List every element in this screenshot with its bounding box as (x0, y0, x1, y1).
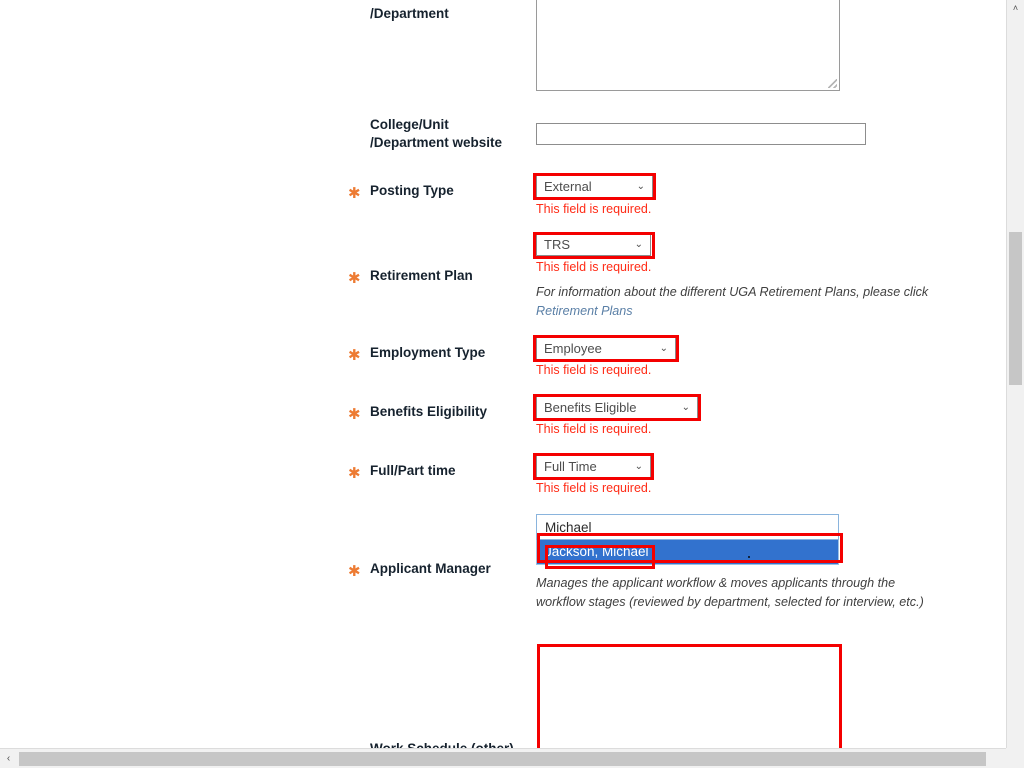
field-label-posting-type: Posting Type (370, 183, 454, 198)
form-row-benefits-eligibility: ✱ Benefits Eligibility Benefits Eligible… (0, 396, 1006, 441)
field-label-retirement-plan: Retirement Plan (370, 268, 473, 283)
horizontal-scrollbar-thumb[interactable] (19, 752, 986, 766)
field-label-applicant-manager: Applicant Manager (370, 561, 491, 576)
scroll-up-arrow-icon[interactable]: ˄ (1007, 0, 1024, 17)
retirement-plans-link[interactable]: Retirement Plans (536, 304, 633, 318)
posting-type-value: External (544, 179, 592, 194)
cursor-dot-icon (748, 556, 750, 558)
retirement-plan-value: TRS (544, 237, 570, 252)
full-part-time-select[interactable]: Full Time ⌄ (536, 455, 651, 478)
vertical-scrollbar[interactable]: ˄ (1006, 0, 1024, 748)
error-full-part-time: This field is required. (536, 481, 652, 495)
field-label-full-part-time: Full/Part time (370, 463, 456, 478)
form-row-college-unit-website: College/Unit /Department website (0, 115, 1006, 160)
scroll-left-arrow-icon[interactable]: ‹ (0, 749, 17, 768)
scrollbar-corner (1006, 748, 1024, 768)
required-star-icon-benefits-eligibility: ✱ (348, 406, 361, 423)
required-star-icon-posting-type: ✱ (348, 185, 361, 202)
error-benefits-eligibility: This field is required. (536, 422, 652, 436)
helper-text-retirement-plan-prefix: For information about the different UGA … (536, 285, 929, 299)
chevron-down-icon: ⌄ (681, 402, 690, 413)
full-part-time-value: Full Time (544, 459, 597, 474)
form-row-department: /Department (0, 0, 1006, 100)
employment-type-value: Employee (544, 341, 602, 356)
chevron-down-icon: ⌄ (634, 461, 643, 472)
horizontal-scrollbar[interactable]: ‹ › (0, 748, 1024, 768)
error-retirement-plan: This field is required. (536, 260, 652, 274)
required-star-icon-retirement-plan: ✱ (348, 270, 361, 287)
chevron-down-icon: ⌄ (636, 181, 645, 192)
required-star-icon-full-part-time: ✱ (348, 465, 361, 482)
browser-viewport: /Department College/Unit /Department web… (0, 0, 1024, 768)
applicant-manager-input[interactable] (536, 514, 839, 540)
form-row-applicant-manager: ✱ Applicant Manager Jackson, Michael Man… (0, 514, 1006, 639)
field-label-department: /Department (370, 6, 449, 21)
field-label-benefits-eligibility: Benefits Eligibility (370, 404, 488, 419)
required-star-icon-employment-type: ✱ (348, 347, 361, 364)
applicant-manager-suggestion-item[interactable]: Jackson, Michael (537, 540, 838, 564)
form-row-employment-type: ✱ Employment Type Employee ⌄ This field … (0, 337, 1006, 382)
vertical-scrollbar-thumb[interactable] (1009, 232, 1022, 385)
benefits-eligibility-select[interactable]: Benefits Eligible ⌄ (536, 396, 698, 419)
field-label-work-schedule-other: Work Schedule (other) (370, 740, 540, 748)
chevron-down-icon: ⌄ (659, 343, 668, 354)
resize-grip-icon[interactable] (828, 79, 837, 88)
retirement-plan-select[interactable]: TRS ⌄ (536, 233, 651, 256)
chevron-down-icon: ⌄ (634, 239, 643, 250)
form-row-work-schedule-other: Work Schedule (other) (0, 644, 1006, 748)
error-employment-type: This field is required. (536, 363, 652, 377)
helper-text-applicant-manager: Manages the applicant workflow & moves a… (536, 576, 924, 609)
form-row-full-part-time: ✱ Full/Part time Full Time ⌄ This field … (0, 455, 1006, 500)
helper-text-retirement-plan: For information about the different UGA … (536, 283, 942, 320)
form-row-retirement-plan: ✱ Retirement Plan TRS ⌄ This field is re… (0, 233, 1006, 324)
posting-details-form: /Department College/Unit /Department web… (0, 0, 1006, 748)
college-unit-website-input[interactable] (536, 123, 866, 145)
department-textarea[interactable] (536, 0, 840, 91)
benefits-eligibility-value: Benefits Eligible (544, 400, 637, 415)
field-label-employment-type: Employment Type (370, 345, 486, 360)
field-label-college-unit-line1: College/Unit (370, 117, 449, 132)
applicant-manager-suggestion-list[interactable]: Jackson, Michael (536, 540, 839, 565)
error-posting-type: This field is required. (536, 202, 652, 216)
form-row-posting-type: ✱ Posting Type External ⌄ This field is … (0, 175, 1006, 221)
posting-type-select[interactable]: External ⌄ (536, 175, 653, 198)
work-schedule-other-textarea[interactable] (536, 644, 840, 748)
field-label-college-unit-line2: /Department website (370, 135, 503, 150)
employment-type-select[interactable]: Employee ⌄ (536, 337, 676, 360)
required-star-icon-applicant-manager: ✱ (348, 563, 361, 580)
